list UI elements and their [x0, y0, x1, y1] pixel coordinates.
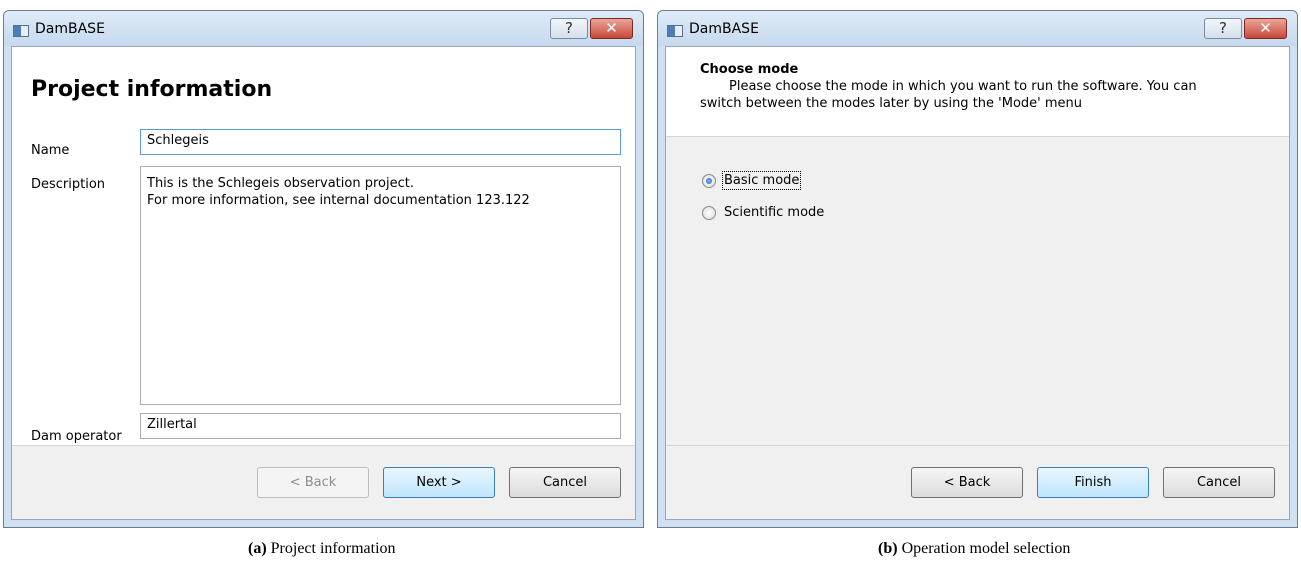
page-subtitle-line: Please choose the mode in which you want…: [729, 79, 1197, 94]
name-label: Name: [31, 143, 70, 158]
project-information-window: DamBASE ? ✕ Project information Name Sch…: [3, 10, 644, 528]
window-title: DamBASE: [35, 21, 105, 37]
caption-b: (b) Operation model selection: [878, 540, 1070, 558]
caption-b-text: Operation model selection: [901, 540, 1071, 557]
choose-mode-window: DamBASE ? ✕ Choose mode Please choose th…: [657, 10, 1298, 528]
window-title: DamBASE: [689, 21, 759, 37]
page-title: Project information: [31, 77, 273, 102]
button-bar: < Back Finish Cancel: [666, 445, 1289, 519]
basic-mode-radio[interactable]: [702, 174, 716, 188]
description-field[interactable]: This is the Schlegeis observation projec…: [140, 166, 621, 405]
page-title: Choose mode: [700, 62, 799, 77]
app-icon: [13, 25, 29, 37]
title-bar: DamBASE ? ✕: [4, 11, 643, 46]
back-button[interactable]: < Back: [257, 467, 369, 498]
help-button[interactable]: ?: [1204, 18, 1242, 39]
page-header: Choose mode Please choose the mode in wh…: [666, 47, 1289, 137]
title-bar: DamBASE ? ✕: [658, 11, 1297, 46]
basic-mode-label[interactable]: Basic mode: [721, 171, 802, 190]
name-field[interactable]: Schlegeis: [140, 129, 621, 155]
caption-a-text: Project information: [270, 540, 396, 557]
page-subtitle-line: switch between the modes later by using …: [700, 96, 1083, 111]
description-label: Description: [31, 177, 106, 192]
scientific-mode-label[interactable]: Scientific mode: [724, 205, 824, 220]
cancel-button[interactable]: Cancel: [509, 467, 621, 498]
dam-operator-field[interactable]: Zillertal: [140, 413, 621, 439]
mode-options: Basic mode Scientific mode: [666, 137, 1289, 445]
button-bar: < Back Next > Cancel: [12, 445, 635, 519]
next-button[interactable]: Next >: [383, 467, 495, 498]
help-button[interactable]: ?: [550, 18, 588, 39]
wizard-page: Project information Name Schlegeis Descr…: [11, 46, 636, 520]
caption-a-tag: (a): [248, 540, 267, 557]
wizard-page: Choose mode Please choose the mode in wh…: [665, 46, 1290, 520]
back-button[interactable]: < Back: [911, 467, 1023, 498]
description-line: This is the Schlegeis observation projec…: [147, 176, 414, 191]
scientific-mode-radio[interactable]: [702, 206, 716, 220]
description-line: For more information, see internal docum…: [147, 193, 530, 208]
cancel-button[interactable]: Cancel: [1163, 467, 1275, 498]
close-button[interactable]: ✕: [590, 18, 633, 39]
caption-a: (a) Project information: [248, 540, 396, 558]
finish-button[interactable]: Finish: [1037, 467, 1149, 498]
caption-b-tag: (b): [878, 540, 898, 557]
app-icon: [667, 25, 683, 37]
dam-operator-label: Dam operator: [31, 429, 122, 444]
close-button[interactable]: ✕: [1244, 18, 1287, 39]
